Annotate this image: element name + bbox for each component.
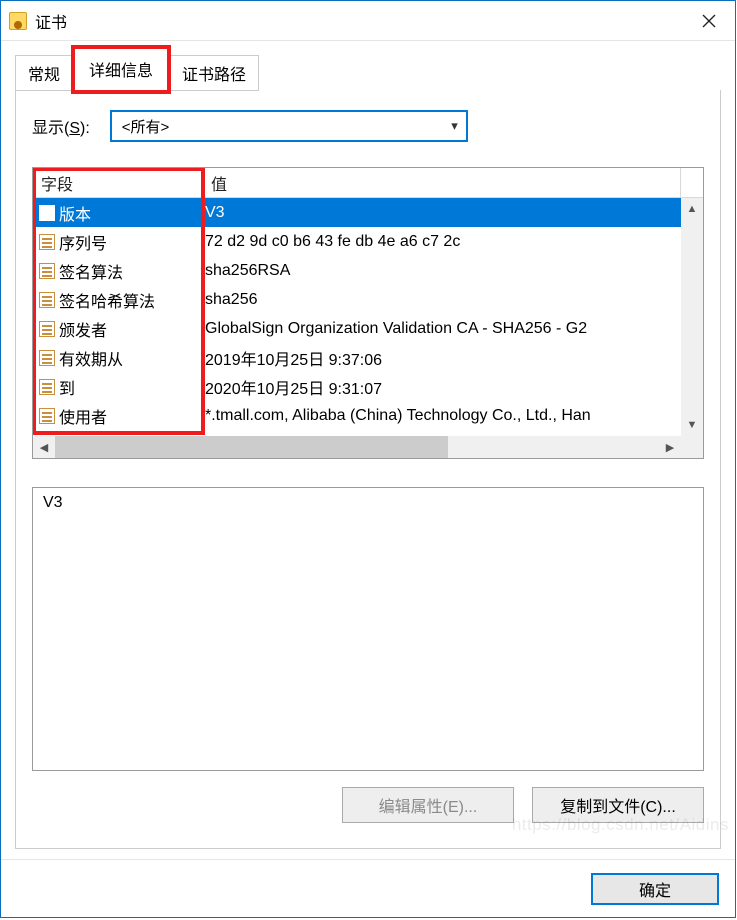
hscroll-thumb[interactable] xyxy=(55,436,448,458)
column-header-value[interactable]: 值 xyxy=(203,168,681,198)
dialog-footer: 确定 xyxy=(1,859,735,917)
table-row[interactable]: 有效期从 2019年10月25日 9:37:06 xyxy=(33,343,703,372)
horizontal-scrollbar[interactable]: ◀ ▶ xyxy=(33,436,681,458)
field-name: 颁发者 xyxy=(59,317,107,341)
table-body: 版本 V3 序列号 72 d2 9d c0 b6 43 fe db 4e a6 c7 … xyxy=(33,198,703,458)
field-name: 签名哈希算法 xyxy=(59,288,155,312)
cell-value: *.tmall.com, Alibaba (China) Technology … xyxy=(203,407,703,425)
scroll-up-icon[interactable]: ▲ xyxy=(681,198,703,220)
fields-table: 字段 值 版本 V3 序列号 72 d2 9d c0 b6 43 fe db 4e a… xyxy=(32,167,704,459)
field-detail-textbox[interactable]: V3 xyxy=(32,487,704,771)
show-filter-row: 显示(S): <所有> ▾ xyxy=(32,110,704,142)
cell-field: 使用者 xyxy=(33,404,203,428)
table-row[interactable]: 使用者 *.tmall.com, Alibaba (China) Technolo… xyxy=(33,401,703,430)
document-icon xyxy=(39,205,55,221)
cell-value: sha256 xyxy=(203,291,703,309)
cell-field: 到 xyxy=(33,375,203,399)
document-icon xyxy=(39,350,55,366)
cell-value: 2020年10月25日 9:31:07 xyxy=(203,375,703,399)
column-header-field[interactable]: 字段 xyxy=(33,168,203,198)
field-name: 版本 xyxy=(59,201,91,225)
tab-cert-path[interactable]: 证书路径 xyxy=(169,55,259,91)
cell-value: GlobalSign Organization Validation CA - … xyxy=(203,320,703,338)
cell-value: 72 d2 9d c0 b6 43 fe db 4e a6 c7 2c xyxy=(203,233,703,251)
close-button[interactable] xyxy=(683,1,735,40)
scroll-right-icon[interactable]: ▶ xyxy=(659,436,681,458)
certificate-dialog: 证书 常规 详细信息 证书路径 显示(S): <所有> xyxy=(0,0,736,918)
certificate-icon xyxy=(9,12,27,30)
cell-field: 有效期从 xyxy=(33,346,203,370)
ok-button[interactable]: 确定 xyxy=(591,873,719,905)
field-name: 签名算法 xyxy=(59,259,123,283)
column-header-scrollspace xyxy=(681,168,703,198)
table-row[interactable]: 到 2020年10月25日 9:31:07 xyxy=(33,372,703,401)
tab-details[interactable]: 详细信息 xyxy=(72,48,170,91)
tab-panel-details: 显示(S): <所有> ▾ 字段 值 版本 V3 序列号 72 d2 9d c0 b6… xyxy=(15,90,721,849)
show-dropdown[interactable]: <所有> ▾ xyxy=(110,110,468,142)
document-icon xyxy=(39,234,55,250)
show-label: 显示(S): xyxy=(32,114,90,138)
document-icon xyxy=(39,321,55,337)
field-name: 到 xyxy=(59,375,75,399)
cell-field: 签名算法 xyxy=(33,259,203,283)
table-row[interactable]: 签名哈希算法 sha256 xyxy=(33,285,703,314)
scrollbar-corner xyxy=(681,436,703,458)
window-title: 证书 xyxy=(35,9,67,33)
copy-to-file-button[interactable]: 复制到文件(C)... xyxy=(532,787,704,823)
field-name: 序列号 xyxy=(59,230,107,254)
show-label-prefix: 显示( xyxy=(32,120,69,137)
table-row[interactable]: 签名算法 sha256RSA xyxy=(33,256,703,285)
edit-properties-button: 编辑属性(E)... xyxy=(342,787,514,823)
tab-details-label: 详细信息 xyxy=(89,63,153,80)
vertical-scrollbar[interactable]: ▲ ▼ xyxy=(681,198,703,436)
cell-value: V3 xyxy=(203,204,703,222)
tab-general[interactable]: 常规 xyxy=(15,55,73,91)
cell-value: 2019年10月25日 9:37:06 xyxy=(203,346,703,370)
cell-field: 颁发者 xyxy=(33,317,203,341)
field-name: 有效期从 xyxy=(59,346,123,370)
cell-field: 签名哈希算法 xyxy=(33,288,203,312)
cell-field: 序列号 xyxy=(33,230,203,254)
table-row[interactable]: 序列号 72 d2 9d c0 b6 43 fe db 4e a6 c7 2c xyxy=(33,227,703,256)
scroll-left-icon[interactable]: ◀ xyxy=(33,436,55,458)
document-icon xyxy=(39,379,55,395)
field-name: 使用者 xyxy=(59,404,107,428)
document-icon xyxy=(39,292,55,308)
scroll-down-icon[interactable]: ▼ xyxy=(681,414,703,436)
close-icon xyxy=(702,14,716,28)
show-label-key: S xyxy=(69,120,80,137)
cell-field: 版本 xyxy=(33,201,203,225)
action-button-row: 编辑属性(E)... 复制到文件(C)... xyxy=(32,787,704,823)
show-label-suffix: ): xyxy=(80,120,90,137)
table-header: 字段 值 xyxy=(33,168,703,198)
show-dropdown-value: <所有> xyxy=(122,116,170,137)
document-icon xyxy=(39,263,55,279)
chevron-down-icon: ▾ xyxy=(451,118,458,134)
cell-value: sha256RSA xyxy=(203,262,703,280)
titlebar: 证书 xyxy=(1,1,735,41)
dialog-body: 常规 详细信息 证书路径 显示(S): <所有> ▾ 字段 xyxy=(1,41,735,859)
table-row[interactable]: 颁发者 GlobalSign Organization Validation CA… xyxy=(33,314,703,343)
tab-strip: 常规 详细信息 证书路径 xyxy=(15,43,721,91)
document-icon xyxy=(39,408,55,424)
table-row[interactable]: 版本 V3 xyxy=(33,198,703,227)
